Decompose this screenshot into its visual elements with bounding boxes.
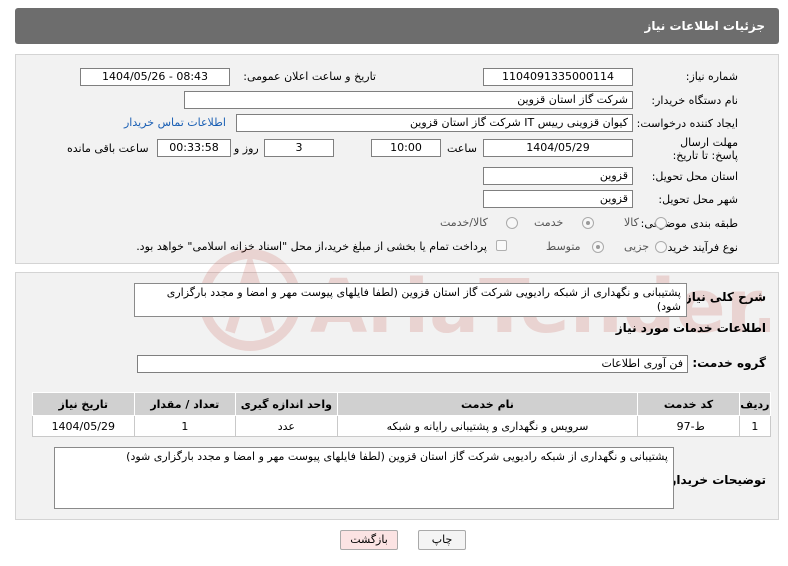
col-qty: تعداد / مقدار: [133, 392, 237, 416]
deadline-time-field: 10:00: [371, 139, 441, 157]
cell-row: 1: [738, 415, 772, 437]
table-header-row: تاریخ نیاز تعداد / مقدار واحد اندازه گیر…: [32, 392, 772, 416]
deadline-time-label: ساعت: [447, 142, 477, 155]
category-radio-goods[interactable]: [655, 217, 667, 229]
creator-label: ایجاد کننده درخواست:: [636, 117, 738, 130]
services-section-title: اطلاعات خدمات مورد نیاز: [615, 321, 766, 335]
buyer-notes-label: توضیحات خریدار:: [664, 473, 766, 487]
need-number-field: 1104091335000114: [483, 68, 633, 86]
buyer-org-label: نام دستگاه خریدار:: [651, 94, 738, 107]
process-option-medium: متوسط: [546, 240, 581, 253]
remaining-time-label: ساعت باقی مانده: [67, 142, 149, 155]
cell-service-name: سرویس و نگهداری و پشتیبانی رایانه و شبکه: [336, 415, 639, 437]
buyer-org-field: شرکت گاز استان قزوین: [184, 91, 633, 109]
services-table: تاریخ نیاز تعداد / مقدار واحد اندازه گیر…: [32, 392, 772, 437]
cell-unit: عدد: [235, 415, 338, 437]
col-date: تاریخ نیاز: [32, 392, 135, 416]
cell-qty: 1: [133, 415, 237, 437]
category-radio-goods-service[interactable]: [506, 217, 518, 229]
table-row: 1404/05/29 1 عدد سرویس و نگهداری و پشتیب…: [32, 415, 772, 437]
buyer-contact-link[interactable]: اطلاعات تماس خریدار: [124, 116, 226, 129]
process-option-minor: جزیی: [624, 240, 650, 253]
back-button[interactable]: بازگشت: [340, 530, 398, 550]
buyer-notes-text: پشتیبانی و نگهداری از شبکه رادیویی شرکت …: [54, 447, 674, 509]
col-unit: واحد اندازه گیری: [235, 392, 338, 416]
days-field: 3: [264, 139, 334, 157]
category-option-service: خدمت: [534, 216, 564, 229]
province-field: قزوین: [483, 167, 633, 185]
col-service-name: نام خدمت: [336, 392, 639, 416]
announce-datetime-label: تاریخ و ساعت اعلان عمومی:: [243, 70, 376, 83]
service-group-label: گروه خدمت:: [692, 356, 766, 370]
cell-date: 1404/05/29: [32, 415, 135, 437]
remaining-time-field: 00:33:58: [157, 139, 231, 157]
cell-service-code: ط-97: [637, 415, 740, 437]
page-header: جزئیات اطلاعات نیاز: [15, 8, 779, 44]
category-option-goods-service: کالا/خدمت: [440, 216, 488, 229]
need-number-label: شماره نیاز:: [685, 70, 738, 83]
city-field: قزوین: [483, 190, 633, 208]
process-radio-minor[interactable]: [655, 241, 667, 253]
treasury-payment-note: پرداخت تمام یا بخشی از مبلغ خرید،از محل …: [136, 240, 487, 253]
days-label: روز و: [234, 142, 259, 155]
process-type-label: نوع فرآیند خرید :: [660, 241, 738, 254]
page-title: جزئیات اطلاعات نیاز: [644, 19, 765, 33]
treasury-payment-checkbox[interactable]: [496, 240, 507, 251]
col-row: ردیف: [738, 392, 772, 416]
province-label: استان محل تحویل:: [651, 170, 738, 183]
category-option-goods: کالا: [624, 216, 639, 229]
announce-datetime-field: 1404/05/26 - 08:43: [80, 68, 230, 86]
category-radio-service[interactable]: [582, 217, 594, 229]
creator-field: کیوان قزوینی رییس IT شرکت گاز استان قزوی…: [236, 114, 633, 132]
summary-text: پشتیبانی و نگهداری از شبکه رادیویی شرکت …: [134, 283, 687, 317]
service-group-field: فن آوری اطلاعات: [137, 355, 688, 373]
summary-label: شرح کلی نیاز:: [680, 290, 766, 304]
deadline-date-field: 1404/05/29: [483, 139, 633, 157]
print-button[interactable]: چاپ: [418, 530, 466, 550]
city-label: شهر محل تحویل:: [658, 193, 738, 206]
col-service-code: کد خدمت: [637, 392, 740, 416]
deadline-label: مهلت ارسال پاسخ: تا تاریخ:: [672, 136, 738, 162]
process-radio-medium[interactable]: [592, 241, 604, 253]
